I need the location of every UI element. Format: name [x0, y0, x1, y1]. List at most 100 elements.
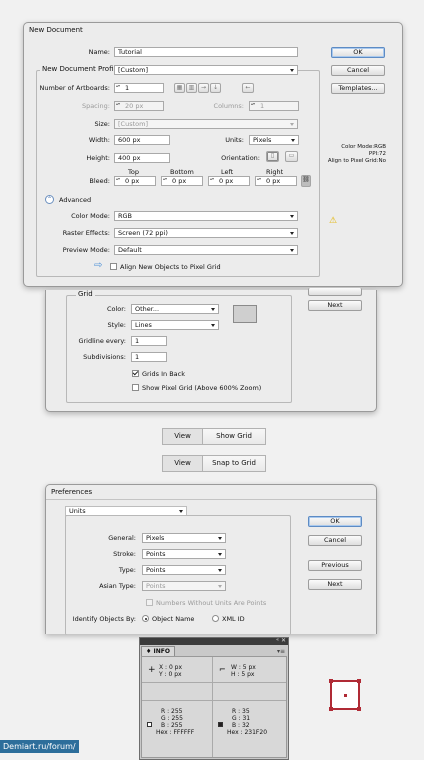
stroke-g: G : 31: [232, 715, 251, 722]
corner-handle: [329, 679, 333, 683]
panel-menu-icon[interactable]: ▾≡: [277, 648, 285, 655]
profile-label: New Document Profile:: [40, 65, 125, 73]
stroke-b: B : 32: [232, 722, 250, 729]
grid-group-label: Grid: [76, 290, 95, 298]
bleed-bottom-header: Bottom: [170, 168, 194, 176]
preferences-dialog: Preferences Units General: Pixels Stroke…: [45, 484, 377, 635]
stroke-r: R : 35: [232, 708, 250, 715]
spacing-input[interactable]: 20 px: [114, 101, 164, 111]
name-label: Name:: [88, 48, 110, 56]
ppi-info: PPI:72: [368, 151, 386, 157]
stroke-select[interactable]: Points: [142, 549, 226, 559]
grid-style-select[interactable]: Lines: [131, 320, 219, 330]
snap-to-grid-menu-item[interactable]: Snap to Grid: [203, 456, 265, 471]
size-label: Size:: [94, 120, 110, 128]
arrange-column-icon[interactable]: ↓: [210, 83, 221, 93]
advanced-label[interactable]: Advanced: [59, 196, 91, 204]
height-label: Height:: [86, 154, 110, 162]
xml-id-label: XML ID: [222, 615, 245, 623]
profile-select[interactable]: [Custom]: [114, 65, 298, 75]
right-to-left-icon[interactable]: ←: [242, 83, 254, 93]
color-mode-info: Color Mode:RGB: [341, 144, 386, 150]
xml-id-radio[interactable]: [212, 615, 219, 622]
bleed-left-input[interactable]: 0 px: [208, 176, 250, 186]
bleed-left-header: Left: [221, 168, 234, 176]
view-menu-item[interactable]: View: [163, 456, 203, 471]
grid-next-button[interactable]: Next: [308, 300, 362, 311]
show-pixel-grid-checkbox[interactable]: [132, 384, 139, 391]
portrait-icon[interactable]: ▯: [266, 151, 279, 162]
align-pixel-grid-checkbox[interactable]: [110, 263, 117, 270]
advanced-toggle-icon[interactable]: ⌃: [45, 195, 54, 204]
link-bleed-icon[interactable]: ⛓: [301, 175, 311, 187]
view-menu-item[interactable]: View: [163, 429, 203, 444]
dimensions-icon: ⌐: [219, 665, 226, 674]
title-separator: [46, 499, 376, 500]
ok-button[interactable]: OK: [331, 47, 385, 58]
units-select[interactable]: Pixels: [249, 135, 299, 145]
stroke-swatch-icon: [218, 722, 223, 727]
snap-to-grid-menu-strip: View Snap to Grid: [162, 455, 266, 472]
type-select[interactable]: Points: [142, 565, 226, 575]
grid-by-column-icon[interactable]: ▥: [186, 83, 197, 93]
warning-icon: ⚠: [329, 216, 338, 226]
grid-color-label: Color:: [106, 305, 126, 313]
gridline-every-input[interactable]: 1: [131, 336, 167, 346]
grid-color-swatch[interactable]: [233, 305, 257, 323]
templates-button[interactable]: Templates...: [331, 83, 385, 94]
spacing-label: Spacing:: [81, 102, 110, 110]
type-label: Type:: [118, 566, 136, 574]
raster-effects-select[interactable]: Screen (72 ppi): [114, 228, 298, 238]
general-select[interactable]: Pixels: [142, 533, 226, 543]
prefs-ok-button[interactable]: OK: [308, 516, 362, 527]
bleed-top-input[interactable]: 0 px: [114, 176, 156, 186]
bleed-right-input[interactable]: 0 px: [255, 176, 297, 186]
stroke-hex: Hex : 231F20: [227, 729, 268, 736]
color-mode-label: Color Mode:: [71, 212, 110, 220]
numbers-without-units-checkbox[interactable]: [146, 599, 153, 606]
close-icon[interactable]: ✕: [281, 637, 286, 644]
object-name-radio[interactable]: [142, 615, 149, 622]
arrange-row-icon[interactable]: →: [198, 83, 209, 93]
prefs-previous-button[interactable]: Previous: [308, 560, 362, 571]
bleed-right-header: Right: [266, 168, 284, 176]
artboards-input[interactable]: 1: [114, 83, 164, 93]
arrow-hint-icon: ⇨: [94, 260, 103, 271]
watermark: Demiart.ru/forum/: [0, 740, 79, 753]
info-body: + X : 0 px Y : 0 px ⌐ W : 5 px H : 5 px …: [141, 656, 287, 758]
show-grid-menu-item[interactable]: Show Grid: [203, 429, 265, 444]
columns-label: Columns:: [213, 102, 244, 110]
width-label: Width:: [88, 136, 110, 144]
columns-input[interactable]: 1: [249, 101, 299, 111]
fill-g: G : 255: [161, 715, 183, 722]
color-mode-select[interactable]: RGB: [114, 211, 298, 221]
grid-color-select[interactable]: Other...: [131, 304, 219, 314]
grids-in-back-checkbox[interactable]: [132, 370, 139, 377]
gridline-every-label: Gridline every:: [78, 337, 126, 345]
landscape-icon[interactable]: ▭: [285, 151, 298, 162]
fill-b: B : 255: [161, 722, 183, 729]
name-input[interactable]: Tutorial: [114, 47, 298, 57]
info-tab[interactable]: ♦ INFO: [141, 646, 175, 656]
fill-r: R : 255: [161, 708, 183, 715]
asian-type-select[interactable]: Points: [142, 581, 226, 591]
w-value: W : 5 px: [231, 664, 256, 671]
preview-mode-select[interactable]: Default: [114, 245, 298, 255]
grid-previous-button[interactable]: [308, 288, 362, 296]
bleed-bottom-input[interactable]: 0 px: [161, 176, 203, 186]
prefs-cancel-button[interactable]: Cancel: [308, 535, 362, 546]
subdivisions-input[interactable]: 1: [131, 352, 167, 362]
cancel-button[interactable]: Cancel: [331, 65, 385, 76]
align-grid-info: Align to Pixel Grid:No: [327, 158, 386, 164]
preferences-title: Preferences: [51, 488, 93, 496]
general-label: General:: [108, 534, 136, 542]
height-input[interactable]: 400 px: [114, 153, 170, 163]
grid-by-row-icon[interactable]: ▦: [174, 83, 185, 93]
collapse-icon[interactable]: «: [276, 637, 279, 643]
stroke-label: Stroke:: [113, 550, 136, 558]
size-select[interactable]: [Custom]: [114, 119, 298, 129]
panel-titlebar[interactable]: « ✕: [140, 637, 288, 645]
asian-type-label: Asian Type:: [99, 582, 136, 590]
prefs-next-button[interactable]: Next: [308, 579, 362, 590]
width-input[interactable]: 600 px: [114, 135, 170, 145]
